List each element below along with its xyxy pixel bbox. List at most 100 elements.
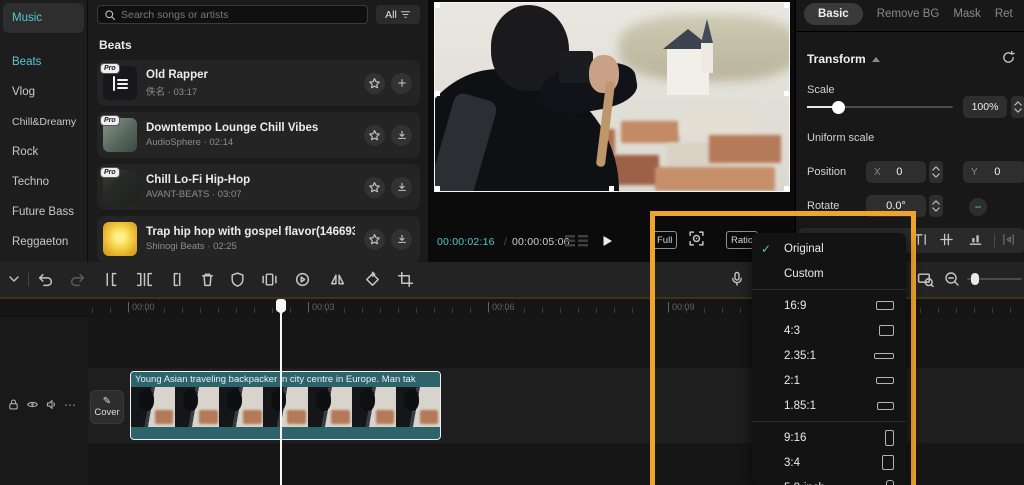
divider [796, 31, 1024, 32]
playhead-handle[interactable] [276, 299, 286, 312]
filter-funnel-icon [400, 9, 411, 20]
freeze-shield-icon[interactable] [229, 271, 246, 288]
search-input[interactable] [121, 9, 361, 21]
menu-item-1-85-1[interactable]: 1.85:1 [752, 393, 906, 418]
track-row[interactable]: Pro Old Rapper 佚名 · 03:17 [97, 60, 420, 106]
menu-item-5-8-inch[interactable]: 5.8-inch [752, 475, 906, 485]
inspector-panel: Basic Remove BG Mask Ret Transform Scale… [795, 0, 1024, 262]
selection-handle[interactable] [435, 3, 440, 8]
undo-icon[interactable] [37, 271, 54, 288]
ruler-label: 00:00 [128, 302, 155, 312]
aspect-portrait-icon [882, 455, 894, 470]
rotate-field[interactable]: 0.0° [866, 195, 926, 217]
sidebar-item-chill-dreamy[interactable]: Chill&Dreamy [0, 107, 87, 137]
sidebar-item-vlog[interactable]: Vlog [0, 77, 87, 107]
favorite-star-button[interactable] [364, 229, 385, 250]
play-button[interactable] [599, 233, 615, 249]
selection-handle[interactable] [435, 91, 440, 96]
more-options-icon[interactable]: ⋯ [64, 400, 77, 410]
delete-right-icon[interactable] [168, 271, 185, 288]
timeline-zoom-thumb[interactable] [971, 273, 979, 285]
menu-item-16-9[interactable]: 16:9 [752, 293, 906, 318]
selection-handle[interactable] [435, 186, 440, 191]
position-y-field[interactable]: Y 0 [963, 161, 1024, 183]
caption-track-icon[interactable] [913, 232, 928, 247]
selection-handle[interactable] [784, 186, 789, 191]
full-screen-button[interactable]: Full [652, 231, 677, 249]
scale-value[interactable]: 100% [963, 96, 1007, 118]
video-preview[interactable] [434, 2, 790, 192]
rotate-decrement-button[interactable]: − [969, 198, 987, 216]
rotate-stepper[interactable] [929, 195, 943, 217]
scale-slider-thumb[interactable] [832, 101, 845, 114]
layout-dropdown-icon[interactable] [8, 275, 20, 283]
mirror-frame-icon[interactable] [261, 271, 278, 288]
preview-axis-icon[interactable] [917, 271, 934, 288]
position-x-field[interactable]: X 0 [866, 161, 926, 183]
tab-basic[interactable]: Basic [804, 3, 863, 25]
menu-item-custom[interactable]: Custom [752, 261, 906, 286]
sidebar-item-music[interactable]: Music [3, 3, 84, 33]
track-title: Old Rapper [146, 69, 355, 81]
reset-transform-button[interactable] [1001, 50, 1016, 65]
scale-slider[interactable] [807, 106, 953, 108]
tab-remove-bg[interactable]: Remove BG [877, 3, 940, 25]
track-row[interactable]: Pro Downtempo Lounge Chill Vibes AudioSp… [97, 112, 420, 158]
transform-section-header[interactable]: Transform [807, 52, 880, 66]
selection-handle[interactable] [609, 186, 614, 191]
search-box[interactable] [97, 5, 368, 24]
section-title: Beats [99, 38, 420, 52]
scale-stepper[interactable] [1011, 96, 1024, 118]
menu-item-3-4[interactable]: 3:4 [752, 450, 906, 475]
favorite-star-button[interactable] [364, 73, 385, 94]
track-row[interactable]: Pro Chill Lo-Fi Hip-Hop AVANT-BEATS · 03… [97, 164, 420, 210]
sidebar-item-future-bass[interactable]: Future Bass [0, 197, 87, 227]
sidebar-item-reggaeton[interactable]: Reggaeton [0, 227, 87, 257]
filter-button[interactable]: All [376, 5, 420, 24]
snap-icon[interactable] [939, 232, 954, 247]
favorite-star-button[interactable] [364, 125, 385, 146]
add-to-timeline-button[interactable] [391, 73, 412, 94]
menu-item-9-16[interactable]: 9:16 [752, 425, 906, 450]
zoom-out-icon[interactable] [944, 271, 960, 287]
menu-divider [752, 289, 906, 290]
favorite-star-button[interactable] [364, 177, 385, 198]
selection-handle[interactable] [784, 3, 789, 8]
y-value: 0 [978, 166, 1017, 178]
mute-speaker-icon[interactable] [45, 398, 58, 411]
linkage-icon[interactable] [1001, 232, 1016, 247]
download-button[interactable] [391, 125, 412, 146]
align-main-track-icon[interactable] [968, 232, 983, 247]
sidebar-item-techno[interactable]: Techno [0, 167, 87, 197]
split-icon[interactable] [103, 271, 120, 288]
menu-item-2-1[interactable]: 2:1 [752, 368, 906, 393]
reverse-play-icon[interactable] [294, 271, 311, 288]
menu-item-4-3[interactable]: 4:3 [752, 318, 906, 343]
sidebar-item-rock[interactable]: Rock [0, 137, 87, 167]
lock-icon[interactable] [7, 398, 20, 411]
track-row[interactable]: Trap hip hop with gospel flavor(1466939)… [97, 216, 420, 262]
focus-zoom-button[interactable] [688, 230, 705, 247]
delete-left-icon[interactable] [136, 271, 153, 288]
menu-item-2-35-1[interactable]: 2.35:1 [752, 343, 906, 368]
rotate-icon[interactable] [364, 271, 381, 288]
delete-icon[interactable] [199, 271, 216, 288]
playhead-line[interactable] [280, 299, 282, 485]
visibility-eye-icon[interactable] [26, 398, 39, 411]
redo-icon[interactable] [69, 271, 86, 288]
crop-icon[interactable] [397, 271, 414, 288]
flip-icon[interactable] [329, 271, 346, 288]
position-x-stepper[interactable] [929, 161, 943, 183]
selection-handle[interactable] [784, 91, 789, 96]
download-button[interactable] [391, 177, 412, 198]
menu-item-original[interactable]: ✓ Original [752, 236, 906, 261]
timeline-zoom-slider[interactable] [967, 278, 1022, 280]
download-button[interactable] [391, 229, 412, 250]
tab-mask[interactable]: Mask [953, 3, 980, 25]
sidebar-item-beats[interactable]: Beats [0, 47, 87, 77]
video-clip[interactable]: Young Asian traveling backpacker in city… [130, 371, 441, 440]
tab-retouch[interactable]: Ret [995, 3, 1013, 25]
record-mic-icon[interactable] [729, 271, 745, 287]
cover-button[interactable]: ✎ Cover [90, 390, 124, 424]
menu-label: 9:16 [784, 432, 806, 444]
